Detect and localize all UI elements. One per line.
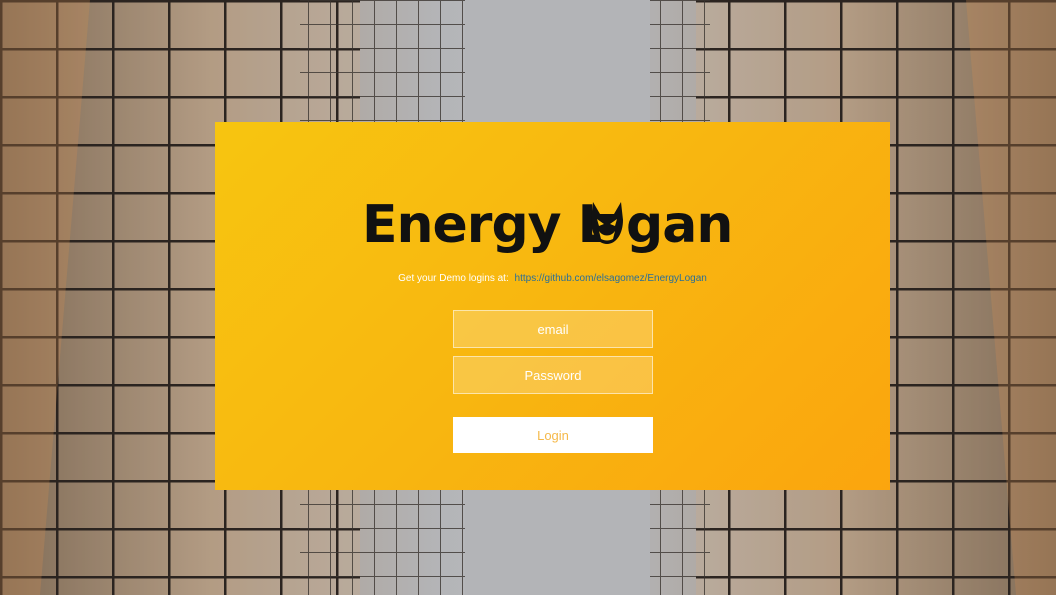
github-link[interactable]: https://github.com/elsagomez/EnergyLogan (515, 273, 707, 284)
logo-text-gan: gan (626, 195, 733, 255)
energy-logan-logo: Energy L gan (362, 192, 746, 258)
demo-login-notice-text: Get your Demo logins at: (398, 273, 509, 284)
login-card: Energy L gan Get your Demo logins at: ht… (215, 122, 890, 490)
password-input[interactable] (453, 356, 653, 394)
logo-text-energy: Energy L (362, 195, 611, 255)
mascot-head-icon (591, 202, 623, 244)
email-input[interactable] (453, 310, 653, 348)
login-button[interactable]: Login (453, 417, 653, 453)
demo-login-notice: Get your Demo logins at: https://github.… (215, 273, 890, 284)
